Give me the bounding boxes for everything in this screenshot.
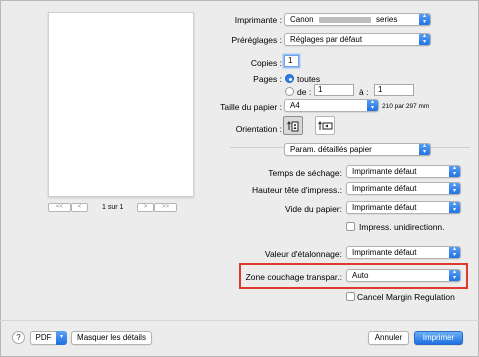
pages-all-label: toutes [297, 74, 321, 84]
up-down-chevrons-icon: ▴ ▾ [449, 183, 460, 194]
landscape-orientation-button[interactable] [315, 116, 335, 135]
transparent-coating-value: Auto [352, 271, 369, 280]
cancel-label: Annuler [374, 333, 403, 342]
cancel-button[interactable]: Annuler [368, 331, 409, 345]
prev-page-button[interactable]: < [71, 203, 88, 212]
paper-vacuum-select[interactable]: Imprimante défaut ▴ ▾ [346, 201, 461, 214]
up-down-chevrons-icon: ▴ ▾ [449, 247, 460, 258]
unidirectional-label: Impress. unidirectionn. [359, 222, 445, 232]
orientation-label: Orientation : [235, 124, 282, 134]
head-height-select[interactable]: Imprimante défaut ▴ ▾ [346, 182, 461, 195]
cancel-margin-checkbox[interactable] [346, 292, 355, 301]
printer-select[interactable]: Canon series ▴ ▾ [284, 13, 431, 26]
footer-divider [0, 320, 479, 321]
paper-dimensions: 210 par 297 mm [382, 103, 430, 110]
first-page-button[interactable]: << [48, 203, 71, 212]
pages-range-radio[interactable] [285, 87, 294, 96]
pages-from-input[interactable]: 1 [314, 84, 354, 96]
copies-label: Copies : [250, 58, 282, 68]
up-down-chevrons-icon: ▴ ▾ [449, 202, 460, 213]
page-indicator: 1 sur 1 [102, 204, 124, 211]
first-page-icon: << [55, 204, 63, 210]
copies-input[interactable]: 1 [284, 55, 299, 67]
printer-name-prefix: Canon [290, 15, 314, 24]
pages-label: Pages : [253, 74, 282, 84]
paper-size-label: Taille du papier : [220, 102, 282, 112]
drying-time-label: Temps de séchage: [268, 168, 342, 178]
presets-label: Préréglages : [231, 35, 282, 45]
up-down-chevrons-icon: ▴ ▾ [419, 14, 430, 25]
next-page-icon: > [143, 204, 148, 210]
unidirectional-checkbox[interactable] [346, 222, 355, 231]
printer-label: Imprimante : [234, 15, 282, 25]
up-down-chevrons-icon: ▴ ▾ [419, 34, 430, 45]
printer-name-suffix: series [376, 15, 398, 24]
pdf-button[interactable]: PDF [30, 331, 57, 345]
landscape-orientation-icon [318, 121, 333, 130]
portrait-orientation-icon [287, 121, 299, 132]
chevron-down-icon: ▾ [59, 334, 63, 340]
redacted-model [319, 17, 371, 23]
presets-select[interactable]: Réglages par défaut ▴ ▾ [284, 33, 431, 46]
pages-to-label: à : [359, 87, 369, 97]
drying-time-value: Imprimante défaut [352, 167, 417, 176]
last-page-button[interactable]: >> [154, 203, 177, 212]
paper-size-select[interactable]: A4 ▴ ▾ [284, 99, 379, 112]
pdf-label: PDF [35, 333, 52, 342]
transparent-coating-label: Zone couchage transpar.: [245, 272, 342, 282]
pdf-menu-button[interactable]: ▾ [56, 331, 67, 345]
calibration-label: Valeur d'étalonnage: [264, 249, 342, 259]
portrait-orientation-button[interactable] [283, 116, 303, 135]
drying-time-select[interactable]: Imprimante défaut ▴ ▾ [346, 165, 461, 178]
pages-all-radio[interactable] [285, 74, 294, 83]
help-button[interactable]: ? [12, 331, 25, 344]
calibration-value: Imprimante défaut [352, 248, 417, 257]
panel-select[interactable]: Param. détaillés papier ▴ ▾ [284, 143, 431, 156]
paper-vacuum-label: Vide du papier: [284, 204, 342, 214]
pages-from-label: de : [297, 87, 312, 97]
next-page-button[interactable]: > [137, 203, 154, 212]
head-height-label: Hauteur tête d'impress.: [252, 185, 342, 195]
up-down-chevrons-icon: ▴ ▾ [449, 270, 460, 281]
hide-details-label: Masquer les détails [77, 333, 146, 342]
calibration-select[interactable]: Imprimante défaut ▴ ▾ [346, 246, 461, 259]
help-icon: ? [16, 333, 21, 342]
paper-vacuum-value: Imprimante défaut [352, 203, 417, 212]
presets-value: Réglages par défaut [290, 35, 363, 44]
up-down-chevrons-icon: ▴ ▾ [419, 144, 430, 155]
up-down-chevrons-icon: ▴ ▾ [367, 100, 378, 111]
last-page-icon: >> [161, 204, 169, 210]
print-button[interactable]: Imprimer [414, 331, 463, 345]
head-height-value: Imprimante défaut [352, 184, 417, 193]
cancel-margin-label: Cancel Margin Regulation [357, 292, 455, 302]
up-down-chevrons-icon: ▴ ▾ [449, 166, 460, 177]
page-preview [48, 12, 194, 197]
hide-details-button[interactable]: Masquer les détails [71, 331, 152, 345]
transparent-coating-select[interactable]: Auto ▴ ▾ [346, 269, 461, 282]
print-label: Imprimer [422, 333, 455, 342]
pages-to-input[interactable]: 1 [374, 84, 414, 96]
prev-page-icon: < [77, 204, 82, 210]
paper-size-value: A4 [290, 101, 300, 110]
panel-value: Param. détaillés papier [290, 145, 372, 154]
